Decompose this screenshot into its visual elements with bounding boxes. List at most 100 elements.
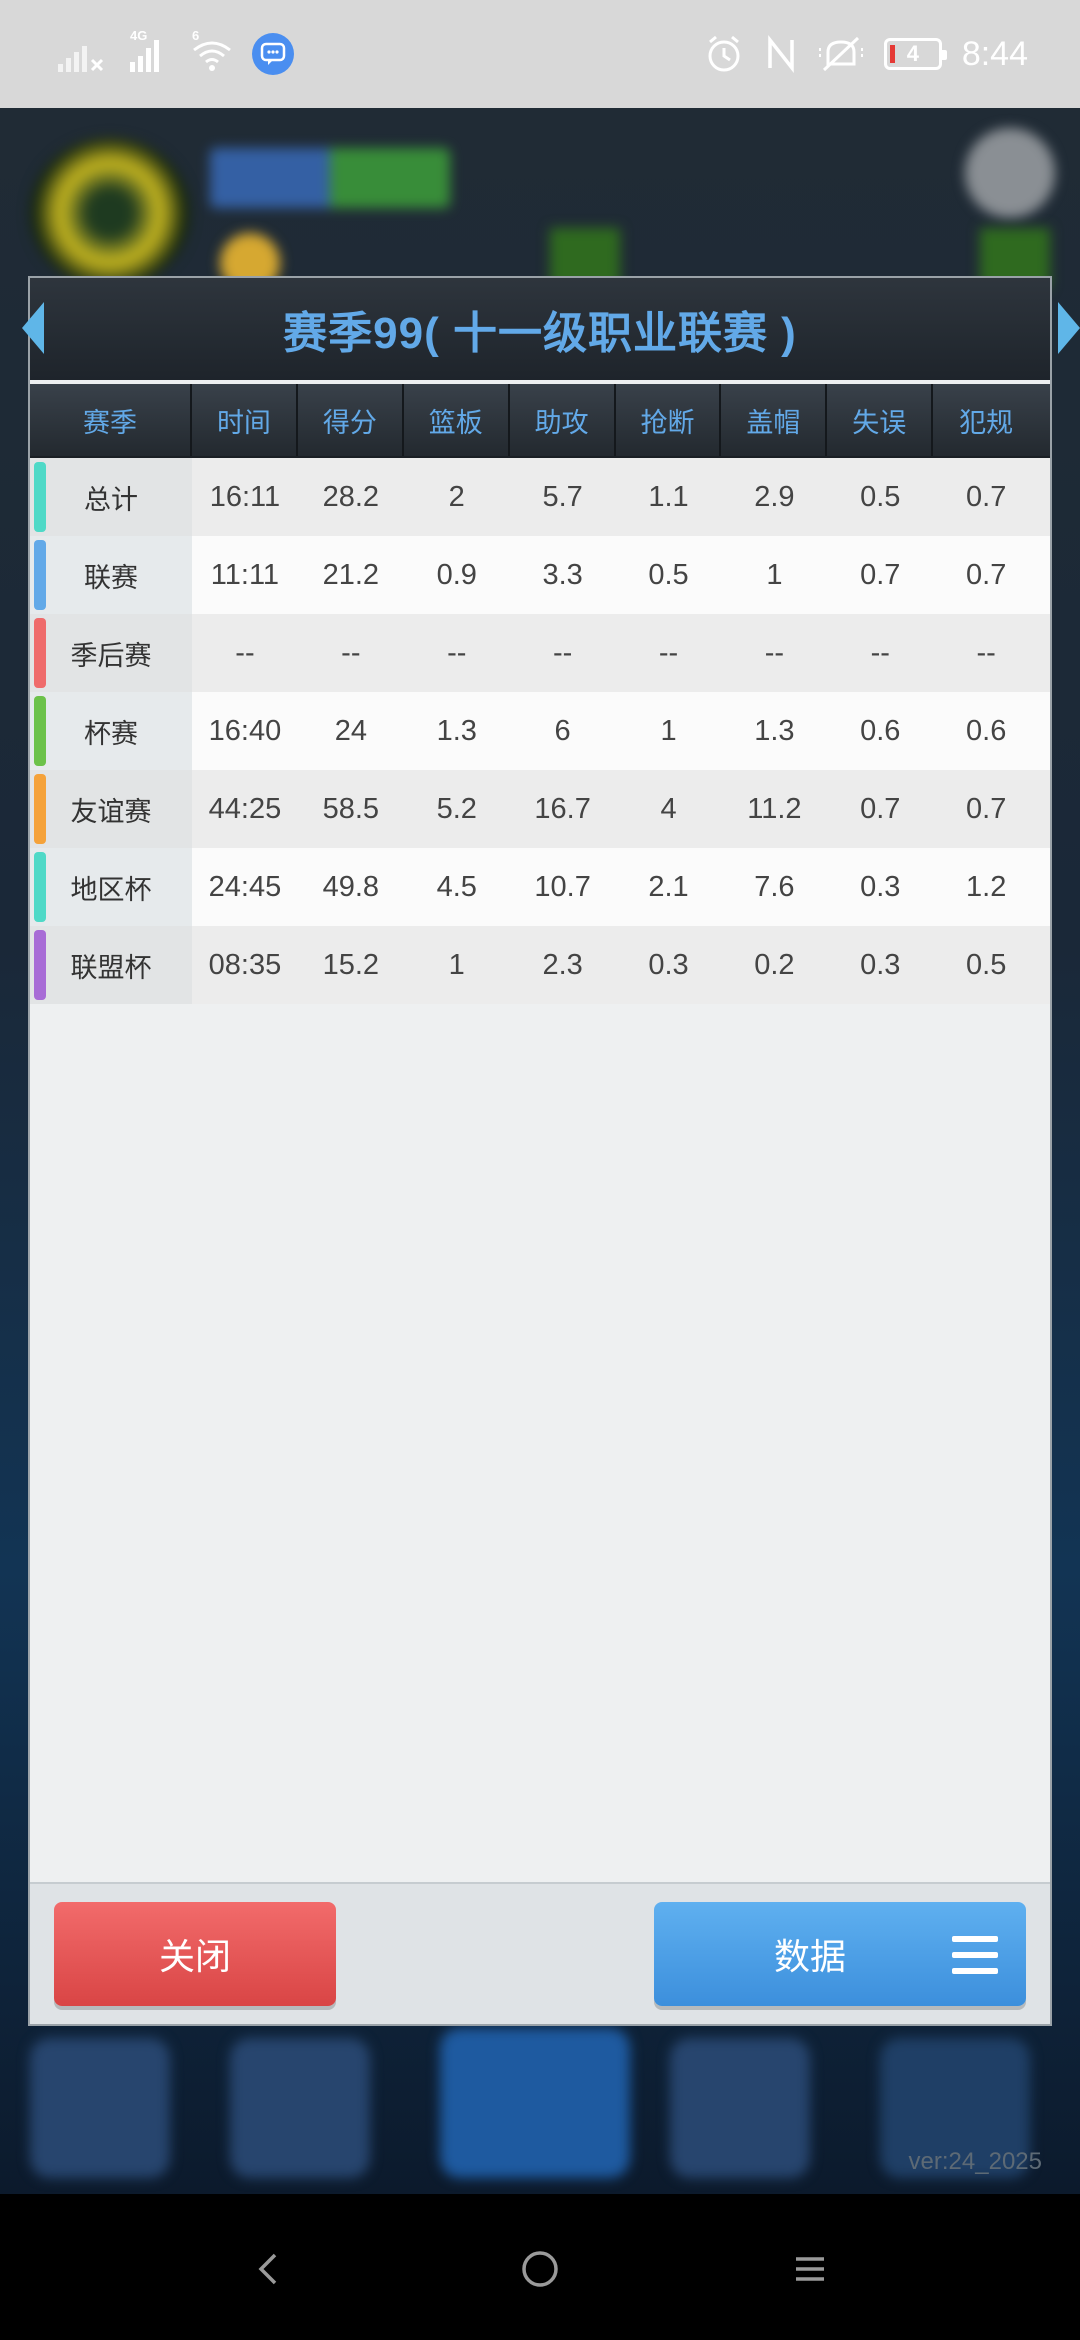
stat-cell: -- [658, 636, 679, 669]
season-label: 联赛 [84, 562, 138, 593]
stat-cell: 2.1 [648, 870, 689, 903]
stat-cell: 58.5 [322, 792, 380, 825]
stat-cell: 4.5 [436, 870, 477, 903]
navigation-bar [0, 2194, 1080, 2340]
season-color-bar [34, 540, 46, 610]
column-header-steals: 抢断 [616, 384, 722, 456]
stat-cell: 5.7 [542, 480, 583, 513]
bottom-menu-court-icon [440, 2028, 630, 2178]
table-row: 联赛 11:11 21.2 0.9 3.3 0.5 1 0.7 0.7 [30, 536, 1050, 614]
alarm-icon [708, 35, 740, 72]
next-season-arrow-icon[interactable] [1058, 302, 1080, 354]
menu-icon [952, 1936, 998, 1974]
season-cell: 地区杯 [30, 848, 192, 926]
dialog-footer: 关闭 数据 [30, 1882, 1050, 2024]
stat-cell: 1 [660, 714, 677, 747]
stat-cell: 1.3 [436, 714, 477, 747]
home-icon [522, 2251, 558, 2287]
status-right-icons: 4 8:44 [704, 30, 1028, 78]
season-label: 杯赛 [84, 718, 138, 749]
stat-cell: 1 [448, 948, 465, 981]
signal-4g-icon: 4G [124, 28, 172, 74]
message-icon [252, 33, 294, 75]
nfc-icon [768, 34, 794, 74]
stat-cell: 49.8 [322, 870, 380, 903]
stat-cell: 21.2 [322, 558, 380, 591]
table-row: 季后赛 -- -- -- -- -- -- -- -- [30, 614, 1050, 692]
data-button[interactable]: 数据 [654, 1902, 1026, 2006]
stat-cell: 3.3 [542, 558, 583, 591]
status-bar: 4G 6 4 8:44 [0, 0, 1080, 108]
column-header-fouls: 犯规 [959, 407, 1014, 438]
stat-cell: 16:40 [208, 714, 282, 747]
stat-cell: 15.2 [322, 948, 380, 981]
battery-level: 4 [906, 41, 919, 66]
battery-icon: 4 [883, 38, 947, 70]
stat-cell: 1.1 [648, 480, 689, 513]
season-label: 总计 [84, 484, 138, 515]
status-left-icons: 4G 6 [56, 28, 294, 78]
stat-cell: 0.9 [436, 558, 477, 591]
season-label: 季后赛 [70, 640, 152, 671]
season-stats-dialog: 赛季99( 十一级职业联赛 ) 赛季 时间 得分 篮板 助攻 抢断 盖帽 失误 … [22, 276, 1080, 2026]
stat-cell: 11:11 [210, 558, 280, 591]
stat-cell: 0.6 [966, 714, 1007, 747]
column-header-rebounds: 篮板 [404, 384, 510, 456]
stat-cell: 0.3 [860, 870, 901, 903]
stat-cell: 0.7 [860, 558, 901, 591]
season-cell: 总计 [30, 458, 192, 536]
stat-cell: 44:25 [208, 792, 282, 825]
season-cell: 季后赛 [30, 614, 192, 692]
column-header-assists: 助攻 [510, 384, 616, 456]
table-row: 友谊赛 44:25 58.5 5.2 16.7 4 11.2 0.7 0.7 [30, 770, 1050, 848]
stat-cell: 0.3 [860, 948, 901, 981]
season-cell: 杯赛 [30, 692, 192, 770]
stat-cell: -- [552, 636, 573, 669]
column-header-season: 赛季 [30, 384, 192, 456]
column-header-turnovers: 失误 [827, 384, 934, 456]
stat-cell: 0.5 [860, 480, 901, 513]
back-button[interactable] [234, 2234, 304, 2304]
stat-cell: 2.9 [754, 480, 795, 513]
stat-cell: 6 [554, 714, 571, 747]
season-color-bar [34, 930, 46, 1000]
data-button-label: 数据 [773, 1936, 846, 1977]
stat-cell: 1.3 [754, 714, 795, 747]
stat-cell: 0.7 [966, 480, 1007, 513]
dialog-header: 赛季99( 十一级职业联赛 ) [22, 278, 1080, 380]
table-row: 总计 16:11 28.2 2 5.7 1.1 2.9 0.5 0.7 [30, 458, 1050, 536]
season-cell: 联赛 [30, 536, 192, 614]
wifi-icon: 6 [190, 28, 234, 74]
season-cell: 友谊赛 [30, 770, 192, 848]
stat-cell: 0.3 [648, 948, 689, 981]
stat-cell: 28.2 [322, 480, 380, 513]
team-logo-icon [30, 138, 190, 288]
close-button[interactable]: 关闭 [54, 1902, 336, 2006]
prev-season-arrow-icon[interactable] [22, 302, 44, 354]
stat-cell: 24 [334, 714, 367, 747]
season-label: 地区杯 [70, 874, 152, 905]
stat-cell: 0.2 [754, 948, 795, 981]
stat-cell: 24:45 [208, 870, 282, 903]
stat-cell: -- [447, 636, 467, 669]
stat-cell: 0.5 [648, 558, 689, 591]
bottom-menu-star-icon [30, 2038, 170, 2178]
season-color-bar [34, 462, 46, 532]
table-row: 杯赛 16:40 24 1.3 6 1 1.3 0.6 0.6 [30, 692, 1050, 770]
back-icon [258, 2253, 277, 2285]
stat-cell: 08:35 [208, 948, 282, 981]
clock: 8:44 [961, 34, 1028, 73]
stat-cell: 10.7 [534, 870, 591, 903]
home-button[interactable] [505, 2234, 575, 2304]
stat-cell: 1 [766, 558, 783, 591]
stat-cell: 2 [448, 480, 465, 513]
season-color-bar [34, 852, 46, 922]
recents-button[interactable] [775, 2234, 845, 2304]
season-color-bar [34, 618, 46, 688]
version-label: ver:24_2025 [908, 2148, 1042, 2175]
bottom-menu-yen-icon [230, 2038, 370, 2178]
table-header: 赛季 时间 得分 篮板 助攻 抢断 盖帽 失误 犯规 [30, 384, 1050, 458]
season-color-bar [34, 774, 46, 844]
stat-cell: 11.2 [747, 792, 802, 825]
stat-cell: 0.6 [860, 714, 901, 747]
